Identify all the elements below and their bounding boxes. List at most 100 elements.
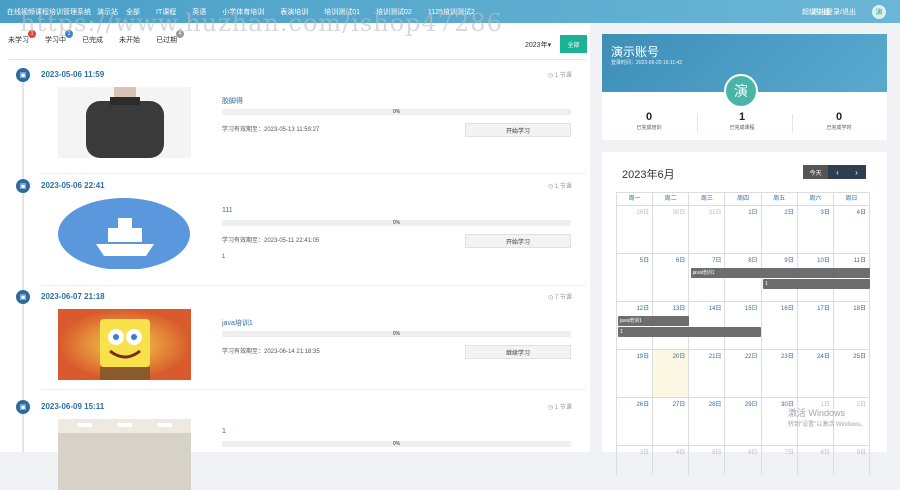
chevron-right-icon[interactable]: ›: [847, 165, 866, 179]
entry-time: 2023-06-07 21:18: [41, 292, 105, 301]
tab-not-started[interactable]: 未开始: [119, 35, 140, 45]
calendar-day[interactable]: 5日: [689, 446, 726, 475]
windows-activation-hint: 转到"设置"以激活 Windows。: [788, 422, 867, 428]
course-title[interactable]: 胶脚得: [222, 96, 243, 106]
valid-until: 学习有效期至：2023-05-13 11:59:27: [222, 127, 320, 133]
chevron-left-icon[interactable]: ‹: [828, 165, 847, 179]
calendar-day[interactable]: 20日: [653, 350, 690, 397]
calendar-day[interactable]: 9日: [834, 446, 870, 475]
nav-item[interactable]: 培训测试01: [324, 7, 360, 17]
avatar: 演: [724, 74, 758, 108]
count-badge: 4: [176, 30, 184, 38]
calendar-day[interactable]: 14日: [689, 302, 726, 349]
tab-expired[interactable]: 已过期 4: [156, 30, 184, 45]
weekday-label: 周四: [725, 193, 762, 205]
stat-courses: 1 已完成课程: [707, 111, 777, 131]
calendar-day[interactable]: 16日: [762, 302, 798, 349]
stat-value: 0: [645, 111, 653, 123]
calendar-grid: 周一 周二 周三 周四 周五 周六 周日 29日 30日 31日 1日 2日 3日 4日 5日 6日 7日 8日…: [616, 192, 870, 475]
home-link[interactable]: 演示站: [97, 7, 118, 17]
calendar-event[interactable]: java培训1: [690, 268, 870, 278]
calendar-day[interactable]: 19日: [617, 350, 654, 397]
tab-label: 已过期: [156, 37, 177, 44]
start-study-button[interactable]: 开始学习: [465, 123, 571, 137]
calendar-day[interactable]: 27日: [653, 398, 690, 445]
book-icon: ▣: [16, 179, 30, 193]
weekday-label: 周三: [689, 193, 726, 205]
calendar-day[interactable]: 29日: [725, 398, 762, 445]
calendar-day[interactable]: 25日: [834, 350, 870, 397]
windows-activation-watermark: 激活 Windows: [788, 408, 846, 418]
course-title[interactable]: java培训1: [222, 318, 253, 328]
calendar-day[interactable]: 4日: [653, 446, 690, 475]
course-thumbnail[interactable]: [58, 87, 191, 158]
calendar-day[interactable]: 21日: [689, 350, 726, 397]
calendar-day[interactable]: 6日: [653, 254, 690, 301]
timeline-line: [22, 73, 24, 453]
profile-card: 演示账号 登录时间：2023-06-20 16:11:42 演 0 已完成培训 …: [602, 34, 887, 140]
nav-item[interactable]: 1125培训测试2: [428, 7, 475, 17]
weekday-header: 周一 周二 周三 周四 周五 周六 周日: [616, 192, 870, 205]
calendar-day[interactable]: 3日: [798, 206, 834, 253]
course-thumbnail[interactable]: [58, 419, 191, 490]
calendar-week: 29日 30日 31日 1日 2日 3日 4日: [616, 205, 870, 253]
nav-item[interactable]: 培训测试02: [376, 7, 412, 17]
calendar-day[interactable]: 3日: [617, 446, 654, 475]
logout-link[interactable]: 退出登录/退出: [812, 7, 856, 17]
course-title[interactable]: 111: [222, 207, 233, 214]
calendar-day[interactable]: 4日: [834, 206, 870, 253]
calendar-day[interactable]: 28日: [689, 398, 726, 445]
tab-label: 未学习: [8, 37, 29, 44]
tab-unstudied[interactable]: 未学习 1: [8, 30, 36, 45]
filter-all-button[interactable]: 全部: [560, 35, 587, 53]
calendar-event[interactable]: java培训1: [618, 316, 689, 326]
book-icon: ▣: [16, 290, 30, 304]
count-badge: 1: [28, 30, 36, 38]
divider: [40, 389, 586, 390]
calendar-event[interactable]: 1: [618, 327, 762, 337]
course-thumbnail[interactable]: [58, 309, 191, 380]
tab-studying[interactable]: 学习中 1: [45, 30, 73, 45]
nav-item[interactable]: 表演培训: [280, 7, 308, 17]
calendar-day[interactable]: 7日: [762, 446, 798, 475]
calendar-day[interactable]: 30日: [653, 206, 690, 253]
calendar-day[interactable]: 2日: [762, 206, 798, 253]
calendar-day[interactable]: 1日: [725, 206, 762, 253]
calendar-day[interactable]: 23日: [762, 350, 798, 397]
course-title[interactable]: 1: [222, 428, 226, 435]
calendar-day[interactable]: 29日: [617, 206, 654, 253]
calendar-week: 12日 13日 14日 15日 16日 17日 18日 java培训1 1: [616, 301, 870, 349]
tab-completed[interactable]: 已完成: [82, 35, 103, 45]
calendar-day[interactable]: 24日: [798, 350, 834, 397]
nav-item[interactable]: 全部: [126, 7, 140, 17]
nav-item[interactable]: 英语: [192, 7, 206, 17]
calendar-day[interactable]: 18日: [834, 302, 870, 349]
course-thumbnail[interactable]: [58, 198, 191, 269]
login-time: 登录时间：2023-06-20 16:11:42: [611, 60, 683, 66]
calendar-day[interactable]: 8日: [798, 446, 834, 475]
course-note: 1: [222, 254, 226, 260]
avatar[interactable]: 演: [872, 4, 886, 19]
calendar-day[interactable]: 17日: [798, 302, 834, 349]
today-button[interactable]: 今天: [803, 165, 828, 179]
brand-title[interactable]: 在线视频课程培训管理系统: [7, 7, 91, 17]
calendar-day[interactable]: 22日: [725, 350, 762, 397]
lesson-count: ◷ 1 节课: [548, 184, 572, 190]
calendar-day[interactable]: 6日: [725, 446, 762, 475]
calendar-day[interactable]: 26日: [617, 398, 654, 445]
year-select[interactable]: 2023年▾: [525, 40, 551, 50]
stat-hours: 0 已完成学时: [804, 111, 874, 131]
calendar-day[interactable]: 5日: [617, 254, 654, 301]
calendar-day[interactable]: 31日: [689, 206, 726, 253]
lesson-count: ◷ 1 节课: [548, 405, 572, 411]
continue-study-button[interactable]: 继续学习: [465, 345, 571, 359]
nav-item[interactable]: IT课程: [156, 7, 176, 17]
entry-time: 2023-06-09 15:11: [41, 402, 105, 411]
weekday-label: 周一: [617, 193, 654, 205]
progress-bar: 0%: [222, 220, 571, 226]
start-study-button[interactable]: 开始学习: [465, 234, 571, 248]
calendar-day[interactable]: 15日: [725, 302, 762, 349]
top-navigation-bar: 在线视频课程培训管理系统 演示站 全部 IT课程 英语 小学体育培训 表演培训 …: [0, 0, 900, 23]
calendar-event[interactable]: 1: [763, 279, 870, 289]
nav-item[interactable]: 小学体育培训: [222, 7, 264, 17]
